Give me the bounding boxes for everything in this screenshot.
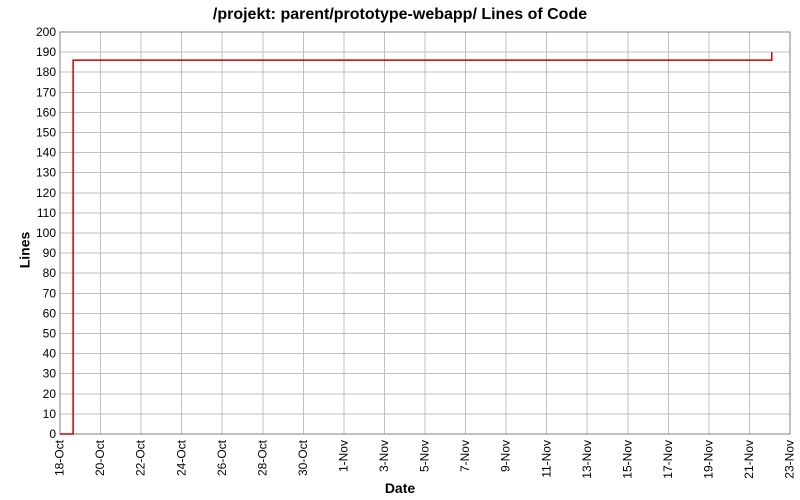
x-tick-label: 1-Nov <box>336 440 350 472</box>
x-tick-label: 5-Nov <box>418 440 432 472</box>
y-tick-label: 70 <box>43 286 57 300</box>
y-tick-label: 190 <box>36 45 56 59</box>
y-tick-label: 40 <box>43 347 57 361</box>
y-axis-label: Lines <box>16 232 32 269</box>
y-tick-label: 200 <box>36 25 56 39</box>
x-tick-label: 13-Nov <box>580 440 594 479</box>
x-tick-label: 3-Nov <box>377 440 391 472</box>
x-tick-label: 22-Oct <box>134 439 148 476</box>
y-tick-label: 30 <box>43 367 57 381</box>
y-tick-label: 170 <box>36 85 56 99</box>
y-tick-label: 150 <box>36 126 56 140</box>
x-tick-label: 11-Nov <box>539 440 553 478</box>
x-tick-label: 24-Oct <box>174 439 188 476</box>
y-tick-label: 50 <box>43 327 57 341</box>
loc-chart: /projekt: parent/prototype-webapp/ Lines… <box>0 0 800 500</box>
x-tick-label: 21-Nov <box>742 440 756 479</box>
x-tick-label: 23-Nov <box>783 440 797 479</box>
y-tick-label: 0 <box>49 427 56 441</box>
x-tick-label: 20-Oct <box>93 439 107 476</box>
x-tick-label: 17-Nov <box>661 440 675 479</box>
x-tick-label: 26-Oct <box>215 439 229 476</box>
y-tick-label: 180 <box>36 65 56 79</box>
x-tick-label: 28-Oct <box>255 439 269 476</box>
x-tick-label: 15-Nov <box>620 440 634 479</box>
y-tick-label: 140 <box>36 146 56 160</box>
x-tick-label: 30-Oct <box>296 439 310 476</box>
x-axis-label: Date <box>0 480 800 496</box>
y-tick-label: 160 <box>36 105 56 119</box>
y-tick-label: 80 <box>43 266 57 280</box>
y-tick-label: 130 <box>36 166 56 180</box>
x-tick-label: 9-Nov <box>499 440 513 472</box>
chart-title: /projekt: parent/prototype-webapp/ Lines… <box>0 6 800 24</box>
y-tick-label: 20 <box>43 387 57 401</box>
x-tick-label: 18-Oct <box>53 439 67 476</box>
y-tick-label: 120 <box>36 186 56 200</box>
chart-svg: 0 10 20 30 40 50 60 70 80 90 100 110 120 130 140 150 160… <box>0 0 800 500</box>
y-tick-label: 90 <box>43 246 57 260</box>
series-line <box>60 52 772 434</box>
y-tick-label: 110 <box>37 206 56 220</box>
y-tick-label: 100 <box>36 226 56 240</box>
y-tick-label: 10 <box>43 407 57 421</box>
y-tick-label: 60 <box>43 306 57 320</box>
x-tick-label: 19-Nov <box>701 440 715 479</box>
x-tick-label: 7-Nov <box>458 440 472 472</box>
